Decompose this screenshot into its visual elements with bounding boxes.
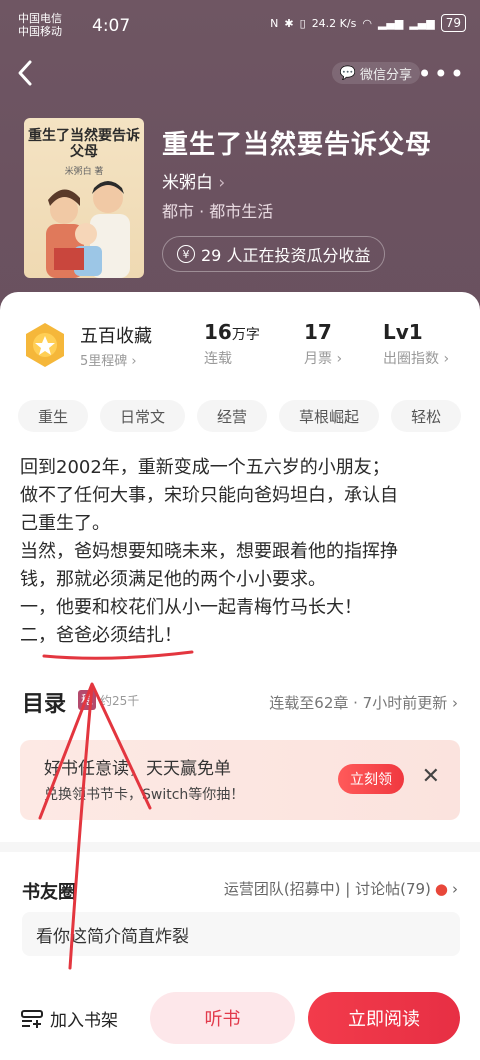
tag-item[interactable]: 重生 [18, 400, 89, 432]
nfc-icon: N [270, 16, 279, 30]
level-value: Lv1 [383, 320, 423, 344]
synopsis-line: 做不了任何大事，宋玠只能向爸妈坦白，承认自 [20, 485, 398, 506]
milestone-label: 5里程碑 [80, 354, 128, 369]
add-to-shelf-button[interactable]: 加入书架 [20, 1006, 118, 1031]
toc-badge: 稳 [78, 690, 96, 710]
invest-button[interactable]: ¥ 29 人正在投资瓜分收益 [162, 236, 386, 272]
claim-button[interactable]: 立刻领 [338, 764, 404, 794]
read-now-button[interactable]: 立即阅读 [308, 992, 460, 1044]
status-icons: N ✱ ▯ 24.2 K/s ◠ ▂▄▆ ▂▄▆ 79 [270, 14, 466, 32]
toc-word-count: 约25千 [100, 694, 140, 708]
synopsis-line: 一，他要和校花们从小一起青梅竹马长大！ [20, 597, 362, 618]
chevron-right-icon: › [452, 879, 458, 898]
wifi-icon: ◠ [362, 16, 372, 30]
clock: 4:07 [92, 16, 131, 36]
bluetooth-icon: ✱ [284, 16, 294, 30]
vibrate-icon: ▯ [299, 16, 306, 30]
synopsis-line: 二，爸爸必须结扎！ [20, 625, 182, 646]
promo-headline: 好书任意读，天天赢免单 [44, 759, 231, 779]
wechat-share-button[interactable]: 💬 微信分享 [331, 62, 420, 84]
more-menu-button[interactable]: ••• [418, 60, 466, 88]
book-synopsis[interactable]: 回到2002年，重新变成一个五六岁的小朋友； 做不了任何大事，宋玠只能向爸妈坦白… [20, 454, 460, 650]
synopsis-line: 回到2002年，重新变成一个五六岁的小朋友； [20, 457, 390, 478]
tag-item[interactable]: 经营 [197, 400, 268, 432]
author-link[interactable]: 米粥白 › [162, 168, 225, 193]
level-stat[interactable]: Lv1 出圈指数 › [383, 320, 449, 368]
monthly-ticket-stat[interactable]: 17 月票 › [304, 320, 342, 368]
medal-icon [26, 323, 64, 367]
toc-update-link[interactable]: 连载至62章 · 7小时前更新 › [269, 692, 458, 713]
reader-circle-title[interactable]: 书友圈 [22, 878, 76, 904]
book-cover[interactable]: 重生了当然要告诉父母 米粥白 著 [24, 118, 144, 278]
tag-item[interactable]: 轻松 [391, 400, 462, 432]
chevron-right-icon: › [452, 694, 458, 712]
carrier-1: 中国电信 [18, 12, 62, 25]
milestone-link[interactable]: 5里程碑 › [80, 350, 137, 369]
promo-subline: 兑换领书节卡，Switch等你抽！ [44, 787, 245, 803]
book-title: 重生了当然要告诉父母 [162, 130, 433, 160]
battery-level: 79 [440, 14, 466, 32]
add-to-shelf-label: 加入书架 [50, 1011, 118, 1031]
tag-list: 重生 日常文 经营 草根崛起 轻松 [18, 400, 462, 432]
carrier-info: 中国电信 中国移动 [18, 12, 62, 38]
tag-item[interactable]: 日常文 [100, 400, 186, 432]
chevron-right-icon: › [332, 351, 343, 367]
detail-card: 五百收藏 5里程碑 › 16万字 连载 17 月票 › Lv1 出圈指数 › 重… [0, 292, 480, 992]
reader-circle-info: 运营团队(招募中) | 讨论帖(79) [223, 880, 431, 898]
bottom-action-bar: 加入书架 听书 立即阅读 [0, 982, 480, 1060]
monthly-ticket-label: 月票 [304, 351, 332, 367]
synopsis-line: 钱，那就必须满足他的两个小小要求。 [20, 569, 326, 590]
chevron-left-icon [18, 60, 32, 86]
promo-banner[interactable]: 好书任意读，天天赢免单 兑换领书节卡，Switch等你抽！ 立刻领 ✕ [20, 740, 460, 820]
status-bar: 中国电信 中国移动 4:07 N ✱ ▯ 24.2 K/s ◠ ▂▄▆ ▂▄▆ … [18, 8, 466, 42]
monthly-ticket-value: 17 [304, 320, 332, 344]
toc-title[interactable]: 目录 [22, 686, 66, 718]
chevron-right-icon: › [439, 351, 450, 367]
tag-item[interactable]: 草根崛起 [279, 400, 380, 432]
word-count-stat: 16万字 连载 [204, 320, 260, 368]
flame-icon: ● [434, 879, 448, 898]
toc-update-info: 连载至62章 · 7小时前更新 [269, 694, 448, 712]
chevron-right-icon: › [131, 354, 137, 369]
book-genre[interactable]: 都市 · 都市生活 [162, 198, 273, 222]
signal-icon-2: ▂▄▆ [409, 16, 435, 30]
close-icon[interactable]: ✕ [422, 764, 440, 789]
listen-button[interactable]: 听书 [150, 992, 295, 1044]
reader-circle-link[interactable]: 运营团队(招募中) | 讨论帖(79) ● › [224, 878, 458, 899]
bookshelf-icon [21, 1009, 43, 1028]
back-button[interactable] [14, 58, 40, 88]
author-name: 米粥白 [162, 173, 213, 193]
chevron-right-icon: › [218, 173, 226, 193]
yen-icon: ¥ [177, 245, 195, 263]
word-count-unit: 万字 [231, 327, 260, 343]
section-divider [0, 842, 480, 852]
cover-illustration [46, 181, 130, 278]
network-speed: 24.2 K/s [311, 16, 357, 30]
comment-preview[interactable]: 看你这简介简直炸裂 [22, 912, 460, 956]
word-count-value: 16 [204, 320, 232, 344]
word-count-label: 连载 [204, 351, 232, 367]
synopsis-line: 己重生了。 [20, 513, 110, 534]
share-label: 微信分享 [359, 67, 412, 83]
carrier-2: 中国移动 [18, 25, 62, 38]
synopsis-line: 当然，爸妈想要知晓未来，想要跟着他的指挥挣 [20, 541, 398, 562]
collection-label: 五百收藏 [80, 326, 152, 347]
wechat-icon: 💬 [339, 65, 356, 81]
level-label: 出圈指数 [383, 351, 439, 367]
signal-icon: ▂▄▆ [377, 16, 404, 30]
invest-text: 29 人正在投资瓜分收益 [201, 246, 371, 265]
